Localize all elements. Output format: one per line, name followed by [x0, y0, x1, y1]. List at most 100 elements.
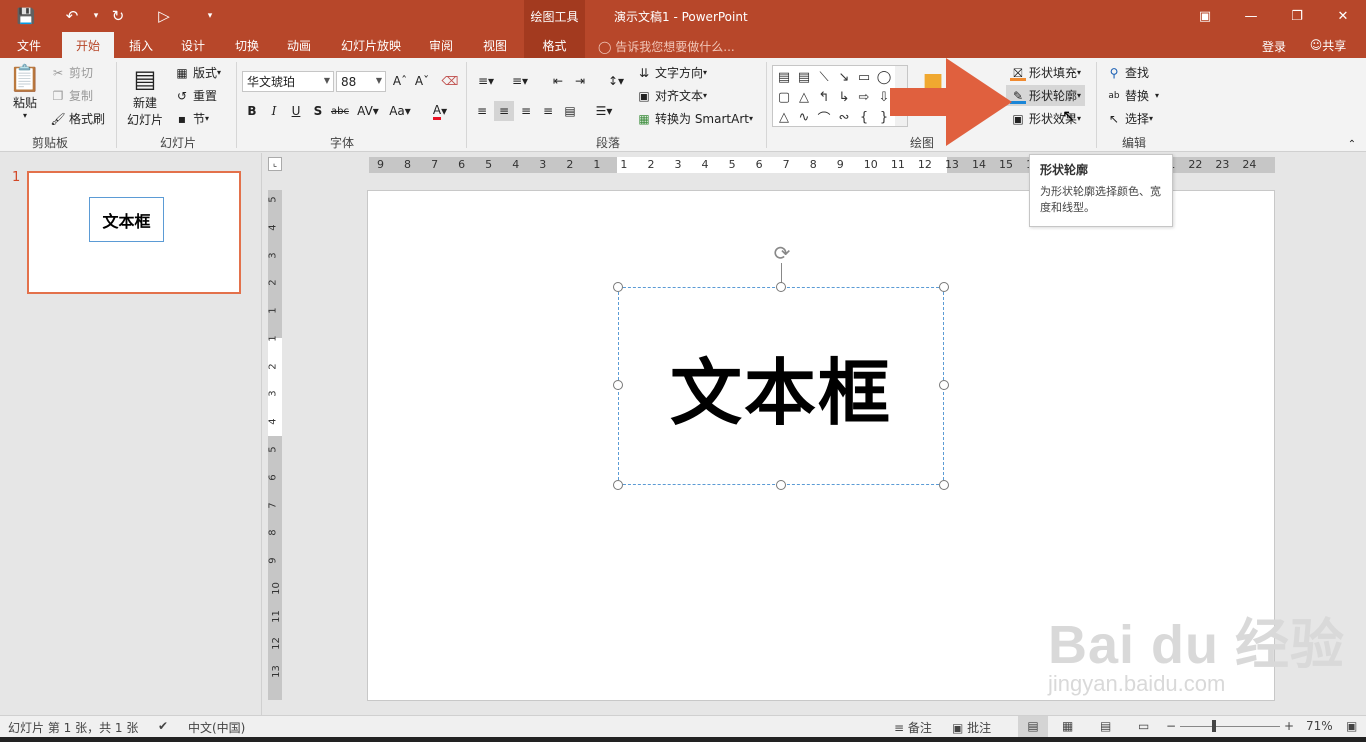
zoom-slider-thumb[interactable]	[1212, 720, 1216, 732]
strikethrough-icon[interactable]: abc	[330, 101, 350, 121]
tab-slideshow[interactable]: 幻灯片放映	[334, 32, 408, 58]
zoom-slider-track[interactable]	[1180, 726, 1280, 727]
resize-handle-n[interactable]	[776, 282, 786, 292]
collapse-ribbon-icon[interactable]: ⌃	[1342, 134, 1362, 154]
zoom-level[interactable]: 71%	[1306, 719, 1333, 733]
curve-shape-icon[interactable]: ∾	[835, 108, 853, 126]
selected-textbox[interactable]: 文本框	[618, 287, 944, 485]
paste-button[interactable]: 📋 粘贴 ▾	[9, 64, 41, 120]
undo-icon[interactable]: ↶	[60, 6, 84, 26]
ribbon-display-options-icon[interactable]: ▣	[1190, 4, 1220, 28]
resize-handle-w[interactable]	[613, 380, 623, 390]
tab-file[interactable]: 文件	[6, 32, 52, 58]
sign-in-link[interactable]: 登录	[1262, 38, 1286, 55]
arrow-line-shape-icon[interactable]: ↘	[835, 68, 853, 86]
columns-icon[interactable]: ☰▾	[590, 101, 618, 121]
numbering-icon[interactable]: ≡▾	[506, 71, 534, 91]
justify-icon[interactable]: ≡	[538, 101, 558, 121]
tab-animations[interactable]: 动画	[276, 32, 322, 58]
slide-thumbnail[interactable]: 文本框	[27, 171, 241, 294]
undo-dropdown-icon[interactable]: ▾	[84, 6, 108, 26]
align-right-icon[interactable]: ≡	[516, 101, 536, 121]
notes-button[interactable]: ≡ 备注	[894, 719, 932, 736]
vertical-textbox-shape-icon[interactable]: ▤	[795, 68, 813, 86]
layout-button[interactable]: ▦ 版式 ▾	[174, 64, 221, 81]
select-button[interactable]: ↖ 选择 ▾	[1106, 110, 1153, 127]
convert-smartart-button[interactable]: ▦ 转换为 SmartArt ▾	[636, 110, 753, 127]
text-direction-button[interactable]: ⇊ 文字方向 ▾	[636, 64, 707, 81]
text-shadow-icon[interactable]: S	[308, 101, 328, 121]
tab-insert[interactable]: 插入	[118, 32, 164, 58]
zoom-out-button[interactable]: −	[1166, 719, 1176, 733]
tab-format[interactable]: 格式	[524, 32, 585, 58]
normal-view-icon[interactable]: ▤	[1018, 716, 1048, 737]
rectangle-shape-icon[interactable]: ▭	[855, 68, 873, 86]
find-button[interactable]: ⚲ 查找	[1106, 64, 1149, 81]
cut-button[interactable]: ✂ 剪切	[50, 64, 93, 81]
textbox-shape-icon[interactable]: ▤	[775, 68, 793, 86]
increase-indent-icon[interactable]: ⇥	[570, 71, 590, 91]
format-painter-button[interactable]: 🖌 格式刷	[50, 110, 105, 127]
minimize-button[interactable]: —	[1236, 4, 1266, 28]
textbox-text[interactable]: 文本框	[670, 334, 892, 439]
section-button[interactable]: ▪ 节 ▾	[174, 110, 209, 127]
right-arrow-shape-icon[interactable]: ⇨	[855, 88, 873, 106]
scribble-shape-icon[interactable]: ∿	[795, 108, 813, 126]
tab-selector[interactable]: ⌞	[268, 157, 282, 171]
save-icon[interactable]: 💾	[14, 6, 38, 26]
grow-font-icon[interactable]: Aˆ	[390, 71, 410, 91]
copy-button[interactable]: ❐ 复制	[50, 87, 93, 104]
slideshow-view-icon[interactable]: ▭	[1138, 719, 1149, 733]
elbow-arrow-shape-icon[interactable]: ↳	[835, 88, 853, 106]
zoom-in-button[interactable]: +	[1284, 719, 1294, 733]
close-button[interactable]: ✕	[1328, 4, 1358, 28]
resize-handle-se[interactable]	[939, 480, 949, 490]
clear-formatting-icon[interactable]: ⌫	[440, 71, 460, 91]
distributed-icon[interactable]: ▤	[560, 101, 580, 121]
italic-icon[interactable]: I	[264, 101, 284, 121]
change-case-icon[interactable]: Aa▾	[386, 101, 414, 121]
tab-design[interactable]: 设计	[170, 32, 216, 58]
align-left-icon[interactable]: ≡	[472, 101, 492, 121]
character-spacing-icon[interactable]: AV▾	[354, 101, 382, 121]
decrease-indent-icon[interactable]: ⇤	[548, 71, 568, 91]
resize-handle-sw[interactable]	[613, 480, 623, 490]
resize-handle-nw[interactable]	[613, 282, 623, 292]
font-name-combo[interactable]: 华文琥珀 ▼	[242, 71, 334, 92]
tab-review[interactable]: 审阅	[418, 32, 464, 58]
font-color-icon[interactable]: A ▾	[426, 101, 454, 121]
underline-icon[interactable]: U	[286, 101, 306, 121]
comments-button[interactable]: ▣ 批注	[952, 719, 991, 736]
freeform-shape-icon[interactable]: △	[775, 108, 793, 126]
bold-icon[interactable]: B	[242, 101, 262, 121]
line-shape-icon[interactable]: ⟍	[815, 68, 833, 86]
new-slide-button[interactable]: ▤ 新建 幻灯片	[122, 64, 168, 128]
tell-me-box[interactable]: ◯ 告诉我您想要做什么...	[598, 38, 735, 55]
tab-home[interactable]: 开始	[62, 32, 114, 58]
font-size-combo[interactable]: 88 ▼	[336, 71, 386, 92]
left-brace-shape-icon[interactable]: {	[855, 108, 873, 126]
resize-handle-ne[interactable]	[939, 282, 949, 292]
rotate-handle-icon[interactable]: ⟳	[770, 241, 794, 265]
tab-transitions[interactable]: 切换	[224, 32, 270, 58]
resize-handle-e[interactable]	[939, 380, 949, 390]
elbow-connector-shape-icon[interactable]: ↰	[815, 88, 833, 106]
bullets-icon[interactable]: ≡▾	[472, 71, 500, 91]
rounded-rect-shape-icon[interactable]: ▢	[775, 88, 793, 106]
replace-button[interactable]: ab 替换 ▾	[1106, 87, 1159, 104]
share-button[interactable]: ☺ 共享	[1300, 32, 1356, 58]
triangle-shape-icon[interactable]: △	[795, 88, 813, 106]
redo-icon[interactable]: ↻	[106, 6, 130, 26]
shape-outline-button[interactable]: ✎ 形状轮廓 ▾	[1006, 85, 1086, 106]
spelling-check-icon[interactable]: ✔	[158, 719, 168, 733]
language-status[interactable]: 中文(中国)	[188, 719, 245, 736]
slide-sorter-view-icon[interactable]: ▦	[1062, 719, 1073, 733]
align-text-button[interactable]: ▣ 对齐文本 ▾	[636, 87, 707, 104]
reading-view-icon[interactable]: ▤	[1100, 719, 1111, 733]
line-spacing-icon[interactable]: ↕▾	[602, 71, 630, 91]
resize-handle-s[interactable]	[776, 480, 786, 490]
restore-button[interactable]: ❐	[1282, 4, 1312, 28]
tab-view[interactable]: 视图	[472, 32, 518, 58]
reset-button[interactable]: ↺ 重置	[174, 87, 217, 104]
arc-shape-icon[interactable]: ⌒	[815, 108, 833, 127]
